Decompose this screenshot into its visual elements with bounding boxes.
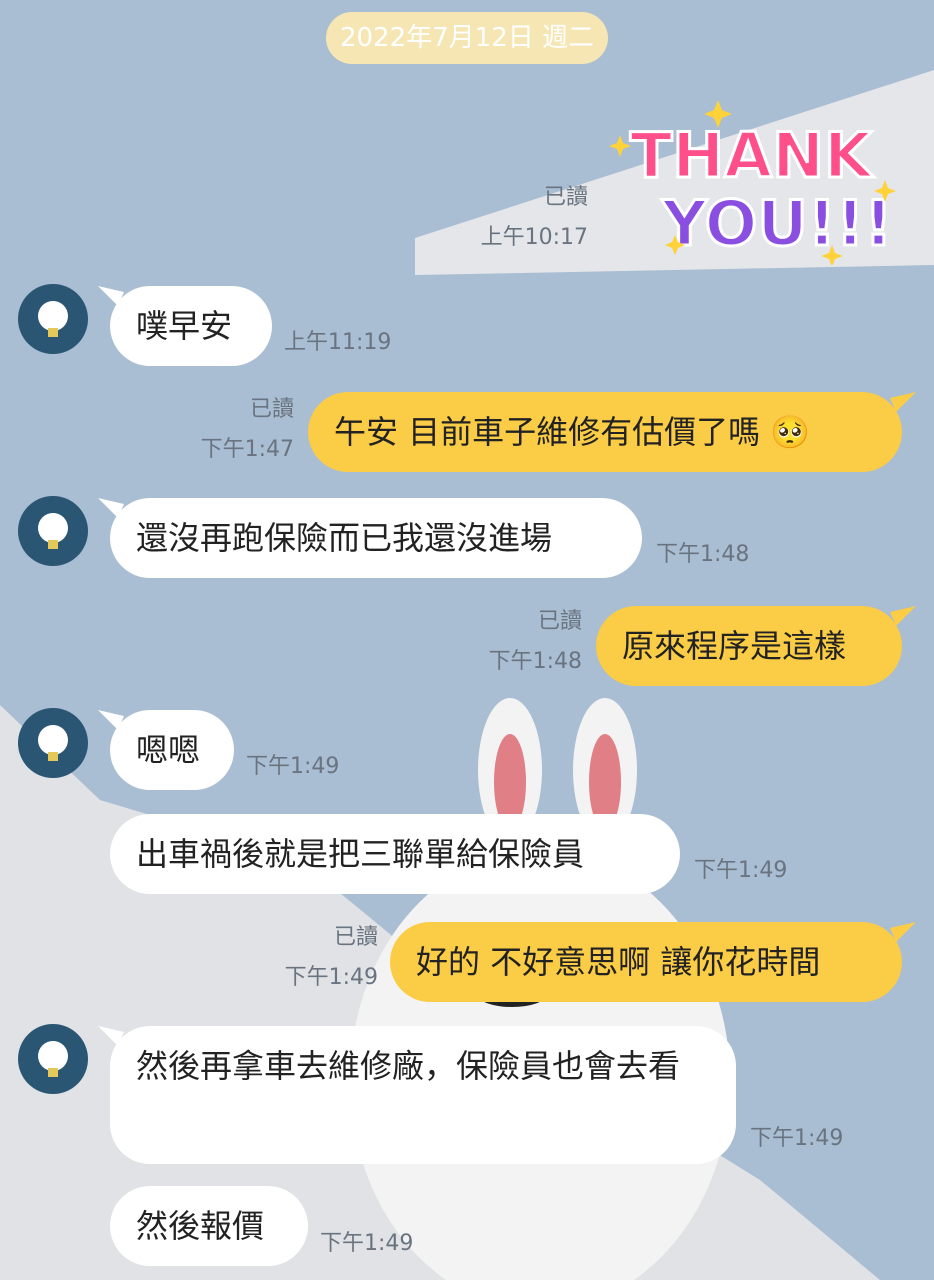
contact-avatar[interactable] bbox=[18, 708, 88, 778]
sticker-line1: THANK bbox=[630, 119, 874, 192]
sticker-line2: YOU!!! bbox=[661, 187, 893, 260]
message-time: 下午1:49 bbox=[246, 754, 340, 779]
message-meta: 已讀 下午1:47 bbox=[201, 398, 294, 462]
read-receipt: 已讀 bbox=[333, 925, 378, 950]
sticker-meta: 已讀 上午10:17 bbox=[481, 186, 588, 250]
contact-avatar[interactable] bbox=[18, 1024, 88, 1094]
message-time: 下午1:48 bbox=[488, 649, 582, 674]
contact-avatar[interactable] bbox=[18, 496, 88, 566]
lightbulb-avatar-icon bbox=[38, 1041, 68, 1077]
read-receipt: 已讀 bbox=[249, 397, 294, 422]
incoming-message[interactable]: 然後報價 bbox=[110, 1186, 308, 1266]
read-receipt: 已讀 bbox=[543, 185, 588, 210]
outgoing-message[interactable]: 好的 不好意思啊 讓你花時間 bbox=[390, 922, 902, 1002]
message-time: 上午10:17 bbox=[480, 225, 588, 250]
contact-avatar[interactable] bbox=[18, 284, 88, 354]
message-time: 下午1:48 bbox=[656, 542, 750, 567]
incoming-message[interactable]: 還沒再跑保險而已我還沒進場 bbox=[110, 498, 642, 578]
lightbulb-avatar-icon bbox=[38, 513, 68, 549]
incoming-message[interactable]: 然後再拿車去維修廠，保險員也會去看 bbox=[110, 1026, 736, 1164]
message-time: 下午1:47 bbox=[200, 437, 294, 462]
incoming-message[interactable]: 出車禍後就是把三聯單給保險員 bbox=[110, 814, 680, 894]
date-separator: 2022年7月12日 週二 bbox=[326, 12, 608, 64]
incoming-message[interactable]: 嗯嗯 bbox=[110, 710, 234, 790]
message-time: 下午1:49 bbox=[750, 1126, 844, 1151]
message-meta: 已讀 下午1:49 bbox=[285, 926, 378, 990]
message-time: 下午1:49 bbox=[320, 1231, 414, 1256]
incoming-message[interactable]: 噗早安 bbox=[110, 286, 272, 366]
lightbulb-avatar-icon bbox=[38, 725, 68, 761]
outgoing-message[interactable]: 原來程序是這樣 bbox=[596, 606, 902, 686]
lightbulb-avatar-icon bbox=[38, 301, 68, 337]
outgoing-message[interactable]: 午安 目前車子維修有估價了嗎 🥺 bbox=[308, 392, 902, 472]
message-time: 下午1:49 bbox=[284, 965, 378, 990]
read-receipt: 已讀 bbox=[537, 609, 582, 634]
message-time: 下午1:49 bbox=[694, 858, 788, 883]
thank-you-sticker[interactable]: THANK YOU!!! bbox=[600, 95, 900, 265]
message-time: 上午11:19 bbox=[284, 330, 392, 355]
message-meta: 已讀 下午1:48 bbox=[489, 610, 582, 674]
